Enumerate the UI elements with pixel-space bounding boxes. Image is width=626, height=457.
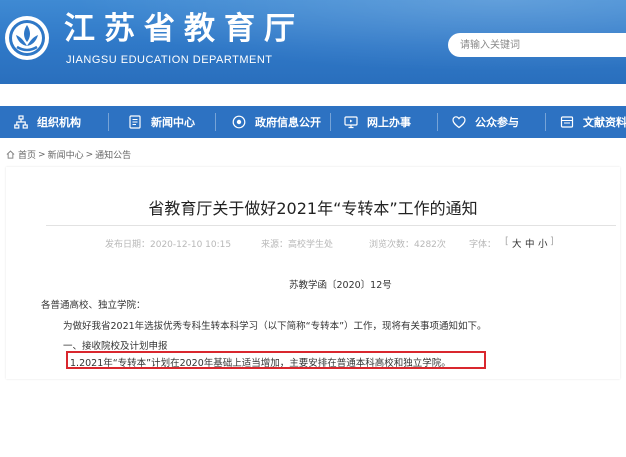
nav-divider <box>330 113 331 131</box>
nav-item-online-service[interactable]: 网上办事 <box>344 106 411 138</box>
breadcrumb-news-link[interactable]: 新闻中心 <box>48 148 84 161</box>
view-count: 浏览次数：4282次 <box>369 240 446 250</box>
breadcrumb-separator: > <box>38 149 46 160</box>
nav-divider <box>545 113 546 131</box>
search-input[interactable] <box>460 37 620 53</box>
nav-item-news[interactable]: 新闻中心 <box>128 106 195 138</box>
search-box <box>448 33 626 57</box>
section-heading: 一、接收院校及计划申报 <box>63 341 168 352</box>
nav-item-gov-info[interactable]: 政府信息公开 <box>232 106 321 138</box>
nav-item-public-participation[interactable]: 公众参与 <box>452 106 519 138</box>
site-header: 江苏省教育厅 JIANGSU EDUCATION DEPARTMENT <box>0 0 626 84</box>
heart-icon <box>452 116 466 129</box>
font-size-small-button[interactable]: 小 <box>538 236 548 250</box>
nav-item-label: 组织机构 <box>37 116 81 129</box>
addressee: 各普通高校、独立学院： <box>41 300 146 311</box>
nav-divider <box>437 113 438 131</box>
nav-item-label: 网上办事 <box>367 116 411 129</box>
article-source: 来源：高校学生处 <box>261 240 334 250</box>
font-size-large-button[interactable]: 大 <box>512 236 522 250</box>
site-subtitle: JIANGSU EDUCATION DEPARTMENT <box>66 54 273 66</box>
nav-item-organization[interactable]: 组织机构 <box>14 106 81 138</box>
highlight-box <box>66 351 486 369</box>
font-size-bracket: ] <box>550 236 554 247</box>
nav-item-label: 公众参与 <box>475 116 519 129</box>
main-nav: 组织机构 新闻中心 政府信息公开 网上办事 公众参与 文献资料 <box>0 106 626 138</box>
target-icon <box>232 115 246 129</box>
org-chart-icon <box>14 115 28 129</box>
article-panel: 省教育厅关于做好2021年“专转本”工作的通知 发布日期：2020-12-10 … <box>6 167 620 379</box>
breadcrumb-home-link[interactable]: 首页 <box>18 148 36 161</box>
font-size-medium-button[interactable]: 中 <box>525 236 535 250</box>
nav-divider <box>108 113 109 131</box>
breadcrumb: 首页 > 新闻中心 > 通知公告 <box>6 148 131 161</box>
home-icon <box>6 150 15 159</box>
article-title: 省教育厅关于做好2021年“专转本”工作的通知 <box>148 199 478 218</box>
monitor-icon <box>344 116 358 129</box>
logo-icon[interactable] <box>4 15 50 61</box>
nav-item-documents[interactable]: 文献资料 <box>560 106 626 138</box>
nav-item-label: 文献资料 <box>583 116 626 129</box>
font-size-bracket: [ <box>505 236 509 247</box>
nav-item-label: 新闻中心 <box>151 116 195 129</box>
title-divider <box>46 225 616 226</box>
nav-item-label: 政府信息公开 <box>255 116 321 129</box>
font-size-label: 字体： <box>469 240 497 250</box>
nav-divider <box>215 113 216 131</box>
breadcrumb-separator: > <box>85 149 94 160</box>
breadcrumb-current[interactable]: 通知公告 <box>95 148 131 161</box>
folder-icon <box>560 116 574 128</box>
publish-date: 发布日期：2020-12-10 10:15 <box>105 240 232 250</box>
site-title: 江苏省教育厅 <box>64 11 304 47</box>
document-icon <box>129 115 141 129</box>
document-number: 苏教学函〔2020〕12号 <box>289 280 392 291</box>
paragraph-intro: 为做好我省2021年选拔优秀专科生转本科学习（以下简称“专转本”）工作，现将有关… <box>63 321 487 332</box>
